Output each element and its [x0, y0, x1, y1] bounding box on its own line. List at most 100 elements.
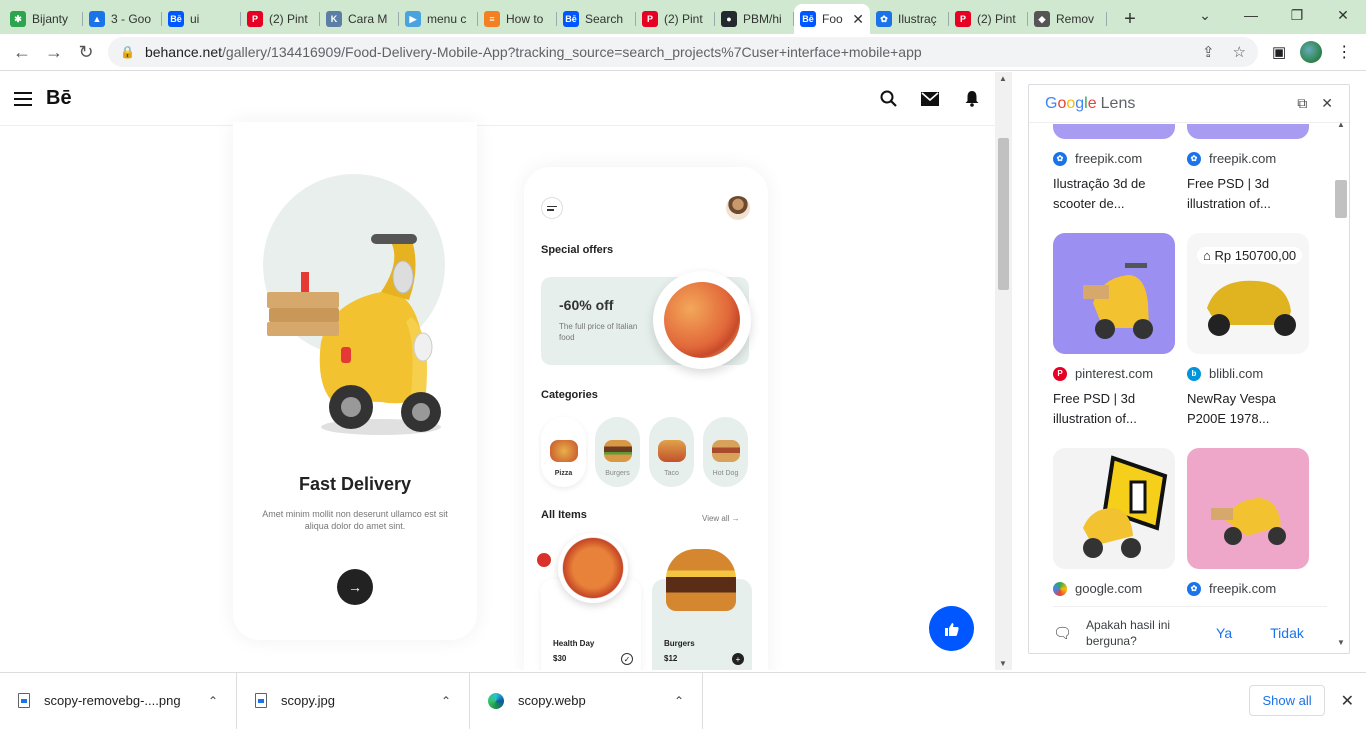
- browser-tab[interactable]: Bē ui: [162, 4, 241, 34]
- browser-tab[interactable]: ✿ Ilustraç: [870, 4, 949, 34]
- show-all-button[interactable]: Show all: [1249, 685, 1325, 716]
- menu-kebab-icon[interactable]: ⋮: [1336, 42, 1352, 62]
- lock-icon[interactable]: 🔒: [120, 45, 135, 59]
- chevron-up-icon[interactable]: ⌃: [441, 694, 451, 708]
- download-item[interactable]: scopy.webp ⌃: [470, 672, 703, 729]
- browser-tab[interactable]: K Cara M: [320, 4, 399, 34]
- scroll-down-arrow-icon[interactable]: ▼: [1337, 638, 1345, 647]
- google-lens-panel: Google Lens ⧉ ✕ ✿ freepik.com Ilustração …: [1028, 84, 1350, 654]
- price-tag: ⌂ Rp 150700,00: [1197, 247, 1303, 264]
- browser-tab[interactable]: ✱ Bijanty: [4, 4, 83, 34]
- tab-title: PBM/hi: [743, 12, 782, 26]
- close-icon[interactable]: ✕: [1341, 691, 1354, 711]
- tab-favicon-icon: P: [247, 11, 263, 27]
- result-thumbnail[interactable]: [1053, 233, 1175, 354]
- tab-title: ui: [190, 12, 200, 26]
- lens-scrollbar[interactable]: ▲ ▼: [1335, 120, 1347, 652]
- result-thumbnail[interactable]: ⌂ Rp 150700,00: [1187, 233, 1309, 354]
- lens-result-card[interactable]: ✿ freepik.com: [1187, 448, 1309, 596]
- appreciate-thumbs-up-button[interactable]: [929, 606, 974, 651]
- chevron-up-icon[interactable]: ⌃: [674, 694, 684, 708]
- feedback-no-button[interactable]: Tidak: [1270, 625, 1304, 641]
- hamburger-menu-icon[interactable]: [14, 91, 32, 106]
- mail-icon[interactable]: [921, 90, 939, 108]
- scroll-up-arrow-icon[interactable]: ▲: [1337, 120, 1345, 129]
- download-item[interactable]: scopy.jpg ⌃: [237, 672, 470, 729]
- result-thumbnail[interactable]: [1187, 448, 1309, 569]
- restore-button[interactable]: ❐: [1274, 0, 1320, 30]
- lens-results: ✿ freepik.com Ilustração 3d de scooter de…: [1029, 124, 1349, 653]
- lens-result-card[interactable]: google.com: [1053, 448, 1175, 596]
- browser-tab[interactable]: ▶ menu c: [399, 4, 478, 34]
- result-thumbnail[interactable]: [1187, 124, 1309, 139]
- minimize-button[interactable]: —: [1228, 0, 1274, 30]
- feedback-icon: 🗨: [1053, 625, 1073, 642]
- next-arrow-button[interactable]: →: [337, 569, 373, 605]
- tab-title: (2) Pint: [664, 12, 703, 26]
- scroll-down-arrow-icon[interactable]: ▼: [999, 659, 1007, 668]
- result-thumbnail[interactable]: [1053, 124, 1175, 139]
- close-icon[interactable]: ✕: [1321, 95, 1333, 112]
- behance-page: Bē Fast Delivery Amet minim mollit non d…: [0, 72, 995, 670]
- tab-close-icon[interactable]: ✕: [852, 11, 864, 28]
- tab-favicon-icon: Bē: [800, 11, 816, 27]
- close-window-button[interactable]: ✕: [1320, 0, 1366, 30]
- browser-tab[interactable]: ▲ 3 - Goo: [83, 4, 162, 34]
- lens-result-card[interactable]: ✿ freepik.com Ilustração 3d de scooter de…: [1053, 124, 1175, 214]
- browser-tab[interactable]: ● PBM/hi: [715, 4, 794, 34]
- add-icon: +: [732, 653, 744, 665]
- tab-title: Foo: [822, 12, 843, 26]
- item-name: Burgers: [664, 639, 695, 648]
- back-button[interactable]: ←: [6, 36, 38, 68]
- blibli-icon: b: [1187, 366, 1201, 381]
- category-pizza: Pizza: [541, 417, 586, 487]
- new-tab-button[interactable]: +: [1115, 4, 1145, 34]
- tab-search-icon[interactable]: ⌄: [1182, 0, 1228, 30]
- share-icon[interactable]: ⇪: [1202, 43, 1215, 61]
- result-title: NewRay Vespa P200E 1978...: [1187, 391, 1276, 426]
- feedback-bar: 🗨 Apakah hasil ini berguna? Ya Tidak: [1053, 606, 1327, 649]
- result-thumbnail[interactable]: [1053, 448, 1175, 569]
- tab-title: Bijanty: [32, 12, 69, 26]
- forward-button[interactable]: →: [38, 36, 70, 68]
- feedback-yes-button[interactable]: Ya: [1216, 625, 1232, 641]
- lens-result-card[interactable]: Ppinterest.com Free PSD | 3d illustratio…: [1053, 233, 1175, 429]
- lens-result-card[interactable]: ✿ freepik.com Free PSD | 3d illustration …: [1187, 124, 1309, 214]
- browser-tab[interactable]: P (2) Pint: [241, 4, 320, 34]
- scrollbar-thumb[interactable]: [1335, 180, 1347, 218]
- url-host: behance.net: [144, 44, 223, 60]
- browser-tab[interactable]: ◆ Remov: [1028, 4, 1107, 34]
- browser-tab[interactable]: P (2) Pint: [949, 4, 1028, 34]
- google-play-icon: [1053, 581, 1067, 596]
- profile-avatar[interactable]: [1300, 41, 1323, 63]
- browser-tab[interactable]: Bē Search: [557, 4, 636, 34]
- mockup-home-screen: Special offers -60% off The full price o…: [524, 167, 768, 670]
- lens-header: Google Lens ⧉ ✕: [1029, 85, 1349, 123]
- tab-favicon-icon: K: [326, 11, 342, 27]
- result-source: freepik.com: [1075, 151, 1143, 166]
- search-icon[interactable]: [879, 90, 897, 108]
- tomato-image: [537, 553, 551, 567]
- chevron-up-icon[interactable]: ⌃: [208, 694, 218, 708]
- bookmark-star-icon[interactable]: ☆: [1233, 43, 1246, 61]
- address-bar[interactable]: 🔒 behance.net/gallery/134416909/Food-Del…: [108, 37, 1258, 67]
- scrollbar-thumb[interactable]: [998, 138, 1009, 290]
- google-logo: Google: [1045, 94, 1097, 112]
- page-scrollbar[interactable]: ▲ ▼: [995, 72, 1012, 670]
- browser-tab[interactable]: ≡ How to: [478, 4, 557, 34]
- tab-favicon-icon: ✿: [876, 11, 892, 27]
- download-item[interactable]: scopy-removebg-....png ⌃: [0, 672, 237, 729]
- side-panel-icon[interactable]: ▣: [1272, 43, 1286, 61]
- browser-tab[interactable]: Bē Foo ✕: [794, 4, 870, 34]
- scroll-up-arrow-icon[interactable]: ▲: [999, 74, 1007, 83]
- item-price: $12: [664, 654, 678, 663]
- category-burgers: Burgers: [595, 417, 640, 487]
- tab-title: (2) Pint: [977, 12, 1016, 26]
- browser-tab[interactable]: P (2) Pint: [636, 4, 715, 34]
- lens-result-card[interactable]: ⌂ Rp 150700,00 b blibli.com NewRay Vespa …: [1187, 233, 1309, 429]
- open-in-new-tab-icon[interactable]: ⧉: [1297, 95, 1307, 112]
- reload-button[interactable]: ↻: [70, 36, 102, 68]
- download-filename: scopy-removebg-....png: [44, 693, 181, 708]
- behance-logo[interactable]: Bē: [46, 87, 72, 110]
- notification-bell-icon[interactable]: [963, 90, 981, 108]
